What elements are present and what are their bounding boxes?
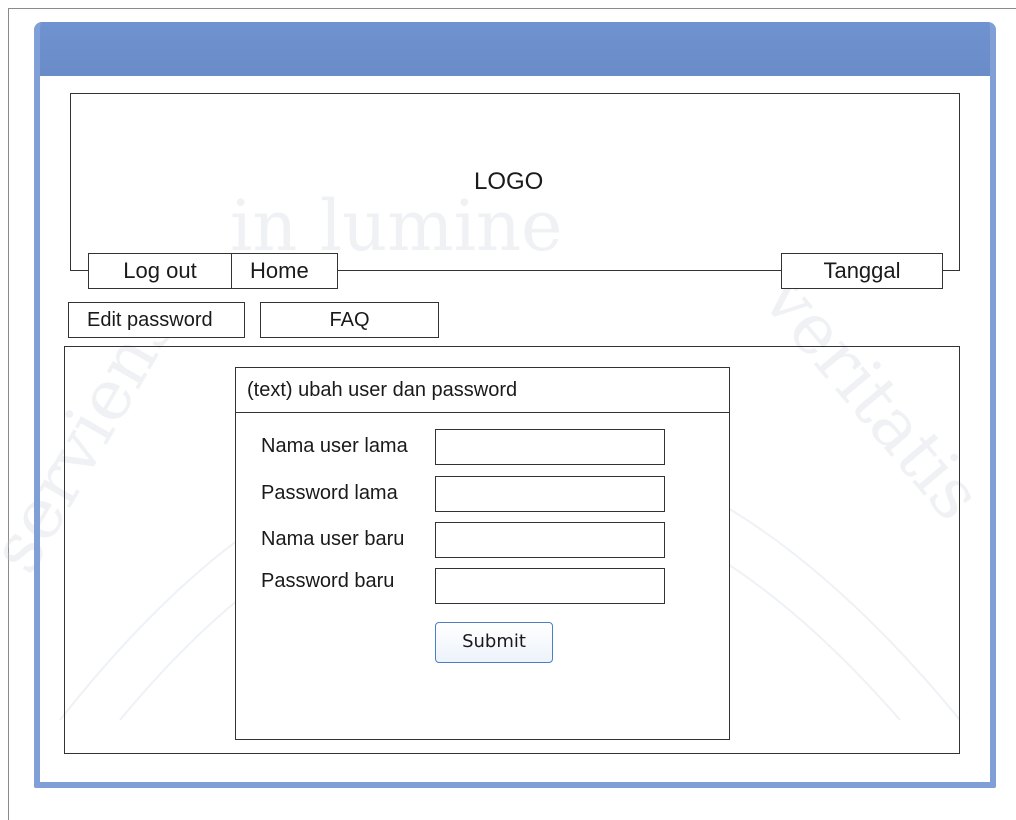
new-username-label: Nama user baru (261, 528, 405, 550)
new-username-input[interactable] (435, 522, 665, 558)
old-username-label: Nama user lama (261, 435, 408, 457)
logout-button[interactable]: Log out (88, 253, 232, 289)
form-title: (text) ubah user dan password (236, 368, 729, 413)
faq-button[interactable]: FAQ (260, 302, 439, 338)
new-password-label: Password baru (261, 570, 395, 592)
new-password-input[interactable] (435, 568, 665, 604)
date-display: Tanggal (781, 253, 943, 289)
edit-password-button[interactable]: Edit password (68, 302, 245, 338)
submit-button[interactable]: Submit (435, 622, 553, 663)
home-button[interactable]: Home (231, 253, 338, 289)
logo: LOGO (474, 168, 544, 195)
old-password-input[interactable] (435, 476, 665, 512)
old-username-input[interactable] (435, 429, 665, 465)
old-password-label: Password lama (261, 482, 398, 504)
